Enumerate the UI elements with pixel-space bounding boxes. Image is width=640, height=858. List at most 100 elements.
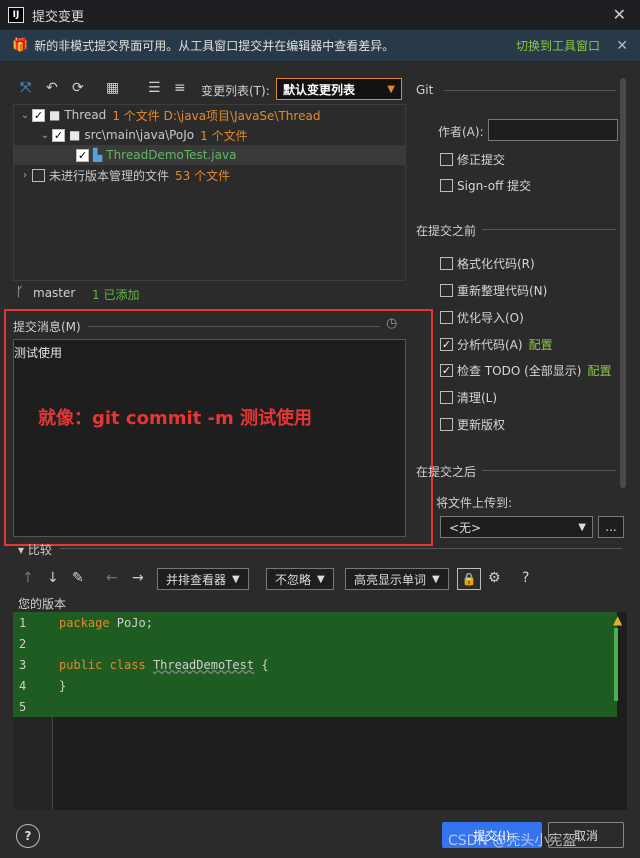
folder-icon: ■ (69, 128, 81, 142)
switch-to-toolwindow-link[interactable]: 切换到工具窗口 (516, 37, 600, 54)
refresh-icon[interactable]: ⟳ (72, 80, 84, 96)
expand-diff-icon[interactable]: ⤧ (20, 80, 31, 96)
option-checkbox[interactable] (440, 391, 453, 404)
node-label: ThreadDemoTest.java (106, 148, 237, 162)
option-label: 清理(L) (457, 391, 498, 405)
tree-node-unversioned[interactable]: › 未进行版本管理的文件 53 个文件 (14, 165, 405, 185)
before-option-2[interactable]: 优化导入(O) (440, 309, 524, 326)
code-line: 1 package PoJo; (13, 612, 617, 633)
signoff-label: Sign-off 提交 (457, 179, 532, 193)
banner-text: 新的非模式提交界面可用。从工具窗口提交并在编辑器中查看差异。 (34, 39, 395, 53)
class-name: ThreadDemoTest (152, 657, 255, 672)
signoff-option[interactable]: Sign-off 提交 (440, 177, 531, 194)
code-rest: } (59, 678, 67, 693)
option-label: 更新版权 (457, 418, 506, 432)
line-number: 5 (19, 699, 27, 714)
arrow-down-icon[interactable]: ↓ (47, 570, 59, 586)
author-input[interactable] (488, 119, 618, 141)
changelist-select[interactable]: 默认变更列表 ▼ (276, 78, 402, 100)
node-checkbox[interactable]: ✓ (52, 128, 65, 142)
annotation-frame (4, 309, 433, 546)
option-checkbox[interactable] (440, 257, 453, 270)
node-checkbox[interactable]: ✓ (76, 148, 89, 162)
option-label: 重新整理代码(N) (457, 284, 548, 298)
warning-icon[interactable]: ▲ (613, 613, 622, 627)
java-file-icon: ▙ (93, 148, 103, 162)
help-button[interactable]: ? (16, 824, 40, 848)
author-label: 作者(A): (438, 125, 484, 139)
rollback-icon[interactable]: ↶ (46, 80, 58, 96)
section-before-commit: 在提交之前 (416, 224, 477, 238)
option-checkbox[interactable] (440, 311, 453, 324)
changelist-label: 变更列表(T): (201, 84, 270, 98)
line-number: 3 (19, 657, 27, 672)
your-version-label: 您的版本 (18, 597, 67, 611)
option-label: 优化导入(O) (457, 311, 524, 325)
section-after-commit: 在提交之后 (416, 465, 477, 479)
option-checkbox[interactable]: ✓ (440, 338, 453, 351)
edit-icon[interactable]: ✎ (72, 570, 84, 586)
configure-link[interactable]: 配置 (587, 362, 611, 379)
before-option-4[interactable]: ✓ 检查 TODO (全部显示) 配置 (440, 362, 611, 379)
divider (482, 470, 616, 471)
chevron-down-icon[interactable]: ⌄ (38, 130, 52, 141)
collapse-all-icon[interactable]: ≡ (174, 80, 186, 96)
before-option-0[interactable]: 格式化代码(R) (440, 255, 535, 272)
window-title: 提交变更 (32, 9, 85, 25)
tree-node-thread[interactable]: ⌄ ✓ ■ Thread 1 个文件 D:\java项目\JavaSe\Thre… (14, 105, 405, 125)
option-label: 分析代码(A) (457, 338, 523, 352)
upload-label: 将文件上传到: (436, 496, 513, 510)
option-checkbox[interactable] (440, 418, 453, 431)
before-option-6[interactable]: 更新版权 (440, 416, 505, 433)
arrow-left-icon[interactable]: ← (106, 570, 118, 586)
chevron-down-icon: ▼ (432, 573, 440, 585)
gift-icon: 🎁 (12, 38, 29, 53)
scrollbar[interactable] (620, 78, 626, 488)
ignore-select[interactable]: 不忽略 ▼ (266, 568, 334, 590)
line-number: 2 (19, 636, 27, 651)
arrow-right-icon[interactable]: → (132, 570, 144, 586)
amend-label: 修正提交 (457, 153, 506, 167)
upload-target-value: <无> (449, 520, 482, 535)
node-label: src\main\java\PoJo (84, 128, 195, 142)
group-by-icon[interactable]: ▦ (106, 80, 119, 96)
chevron-down-icon: ▼ (578, 521, 586, 533)
viewer-select[interactable]: 并排查看器 ▼ (157, 568, 249, 590)
highlight-value: 高亮显示单词 (354, 572, 427, 587)
gear-icon[interactable]: ⚙ (488, 570, 501, 586)
diff-section-header[interactable]: ▾ 比较 (18, 541, 52, 558)
code-text: } (53, 679, 66, 693)
node-info: 1 个文件 D:\java项目\JavaSe\Thread (112, 108, 321, 123)
help-icon[interactable]: ? (522, 570, 529, 586)
before-option-3[interactable]: ✓ 分析代码(A) 配置 (440, 336, 553, 353)
upload-more-button[interactable]: ... (598, 516, 624, 538)
before-option-1[interactable]: 重新整理代码(N) (440, 282, 547, 299)
change-marker-bar (614, 628, 618, 701)
amend-option[interactable]: 修正提交 (440, 151, 505, 168)
branch-name[interactable]: master (33, 286, 75, 300)
node-info: 1 个文件 (200, 128, 248, 143)
tree-node-package[interactable]: ⌄ ✓ ■ src\main\java\PoJo 1 个文件 (14, 125, 405, 145)
chevron-down-icon[interactable]: ⌄ (18, 110, 32, 121)
highlight-select[interactable]: 高亮显示单词 ▼ (345, 568, 449, 590)
lock-icon[interactable]: 🔒 (457, 568, 481, 590)
option-checkbox[interactable]: ✓ (440, 364, 453, 377)
divider (444, 90, 616, 91)
divider (60, 548, 622, 549)
chevron-right-icon[interactable]: › (18, 170, 32, 181)
amend-checkbox[interactable] (440, 153, 453, 166)
node-checkbox[interactable]: ✓ (32, 108, 45, 122)
option-checkbox[interactable] (440, 284, 453, 297)
upload-target-select[interactable]: <无> ▼ (440, 516, 593, 538)
expand-all-icon[interactable]: ☰ (148, 80, 161, 96)
close-icon[interactable]: ✕ (613, 5, 626, 24)
banner-close-icon[interactable]: ✕ (616, 38, 628, 54)
signoff-checkbox[interactable] (440, 179, 453, 192)
tree-node-file[interactable]: ✓ ▙ ThreadDemoTest.java (14, 145, 405, 165)
before-option-5[interactable]: 清理(L) (440, 389, 497, 406)
diff-header-label: 比较 (27, 543, 52, 557)
configure-link[interactable]: 配置 (529, 336, 553, 353)
arrow-up-icon[interactable]: ↑ (22, 570, 34, 586)
chevron-down-icon: ▾ (18, 543, 28, 557)
node-checkbox[interactable] (32, 168, 45, 182)
